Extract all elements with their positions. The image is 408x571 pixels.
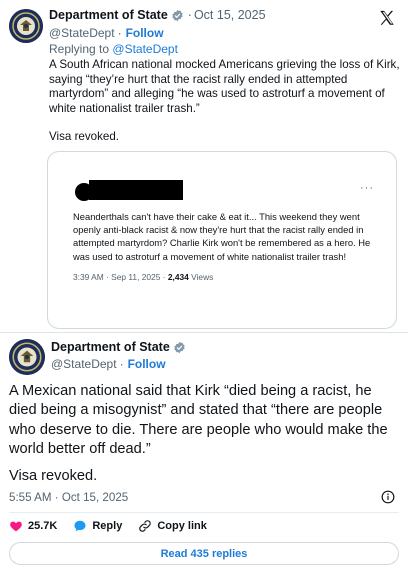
replying-to-label: Replying to <box>49 42 110 56</box>
copy-link-button[interactable]: Copy link <box>138 519 207 533</box>
post-2-revoked: Visa revoked. <box>9 468 98 484</box>
separator-dot: · <box>187 8 192 22</box>
reply-label: Reply <box>92 520 123 532</box>
quoted-post[interactable]: ··· Neanderthals can't have their cake &… <box>47 151 397 329</box>
state-dept-seal-icon[interactable] <box>9 9 43 43</box>
reply-bubble-icon <box>74 520 86 532</box>
follow-button[interactable]: Follow <box>126 26 164 40</box>
follow-button[interactable]: Follow <box>128 357 166 371</box>
post-1-revoked: Visa revoked. <box>49 130 120 143</box>
heart-icon <box>10 521 22 532</box>
post-2-actions: 25.7K Reply Copy link <box>9 519 223 533</box>
author-handle[interactable]: @StateDept <box>51 357 117 371</box>
like-button[interactable]: 25.7K <box>9 519 57 533</box>
author-handle[interactable]: @StateDept <box>49 26 115 40</box>
separator-dot: · <box>117 26 122 40</box>
read-replies-button[interactable]: Read 435 replies <box>9 542 399 565</box>
replying-to: Replying to @StateDept <box>49 42 178 56</box>
like-count: 25.7K <box>28 520 58 532</box>
x-logo-icon[interactable] <box>378 9 396 27</box>
post-2-subheader: @StateDept · Follow <box>51 357 166 371</box>
post-1-body: A South African national mocked American… <box>49 58 400 115</box>
post-1-date[interactable]: Oct 15, 2025 <box>194 8 266 22</box>
quoted-post-views-label: Views <box>191 272 214 282</box>
post-2-body: A Mexican national said that Kirk “died … <box>9 383 388 458</box>
verified-badge-icon <box>174 341 185 353</box>
quoted-post-meta: 3:39 AM · Sep 11, 2025 · 2,434 Views <box>73 272 213 282</box>
reply-button[interactable]: Reply <box>73 519 122 533</box>
redacted-name <box>89 180 183 200</box>
post-1-subheader: @StateDept · Follow <box>49 26 164 40</box>
divider <box>9 512 399 513</box>
post-2-timestamp[interactable]: 5:55 AM · Oct 15, 2025 <box>9 491 128 504</box>
quoted-post-views-count: 2,434 <box>167 272 189 282</box>
quoted-post-time: 3:39 AM · Sep 11, 2025 · <box>73 272 166 282</box>
quoted-post-body: Neanderthals can't have their cake & eat… <box>73 211 371 262</box>
author-name[interactable]: Department of State <box>51 340 170 354</box>
copy-link-label: Copy link <box>157 520 207 532</box>
post-1: Department of State · Oct 15, 2025 @Stat… <box>0 0 408 333</box>
post-1-header: Department of State · Oct 15, 2025 <box>49 8 266 22</box>
link-icon <box>139 520 152 532</box>
verified-badge-icon <box>172 9 183 21</box>
more-options-icon[interactable]: ··· <box>360 182 374 194</box>
post-2-header: Department of State <box>51 340 186 354</box>
state-dept-seal-icon[interactable] <box>9 339 45 375</box>
author-name[interactable]: Department of State <box>49 8 168 22</box>
info-icon[interactable] <box>381 490 395 504</box>
replying-to-handle[interactable]: @StateDept <box>112 42 178 56</box>
separator-dot: · <box>119 357 124 371</box>
